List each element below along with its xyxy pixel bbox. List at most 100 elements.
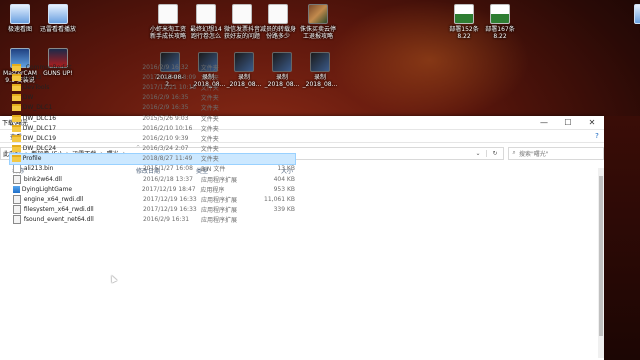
desktop-icon[interactable]: 录制 _2018_08... [302,52,338,88]
file-date: 2015/1/27 16:08 [142,165,193,173]
desktop-icon[interactable]: 微信发票抖音获好友的问题 [224,4,260,40]
file-type: BIN 文件 [201,166,226,174]
file-row[interactable]: filesystem_x64_rwdi.dll 2017/12/19 16:33 应… [10,205,295,215]
file-name: DW [22,94,34,102]
file-row[interactable]: fsound_event_net64.dll 2016/2/9 16:31 应用程序… [10,215,295,225]
file-name: bink2w64.dll [23,175,62,183]
file-name: DevTools [22,83,50,91]
file-type: 文件夹 [200,156,219,164]
app-icon [634,4,640,24]
file-icon [13,164,21,174]
folder-icon [12,124,21,132]
file-type: 应用程序扩展 [201,207,238,215]
desktop-icon-label: 部署152条 8.22 [449,26,479,40]
file-name: Profile [22,155,42,163]
vid-icon [310,52,330,72]
file-row[interactable]: DW_DLC24 2016/3/24 2:07 文件夹 [10,144,295,154]
file-date: 2017/12/29 18:09 [142,73,197,81]
maximize-button[interactable]: ☐ [556,116,580,129]
xls-icon [490,4,510,24]
img-icon [308,4,328,24]
file-type: 文件夹 [200,84,219,92]
file-row[interactable]: DyingLightGame 2017/12/19 18:47 应用程序 953 KB [10,184,295,194]
wallpaper-strip [604,116,640,360]
desktop-icon[interactable]: 极速看图 [2,4,38,33]
file-row[interactable]: engine_x64_rwdi.dll 2017/12/19 16:33 应用程序扩… [10,194,295,205]
search-input[interactable]: ⌕ 搜索"曙光" [508,146,604,160]
file-type: 文件夹 [200,105,219,113]
dll-icon [13,195,21,205]
file-name: DW_DLC24 [22,145,57,153]
file-date: 2017/12/19 16:33 [142,206,197,214]
file-type: 文件夹 [200,125,219,133]
app-icon [10,4,30,24]
scrollbar-thumb[interactable] [599,176,603,336]
folder-icon [12,104,21,112]
file-date: 2016/2/10 10:16 [142,124,193,132]
file-name: filesystem_x64_rwdi.dll [23,206,94,214]
file-row[interactable]: DW_DLC16 2015/5/26 9:03 文件夹 [10,113,295,123]
file-name: DW_DLC16 [22,114,57,122]
desktop-icon-label: 极速看图 [7,26,32,33]
desktop-icon-label: 迅雷看看播放 [40,26,77,33]
file-size: 404 KB [273,175,295,183]
file-row[interactable]: DW 2016/2/9 16:35 文件夹 [10,93,295,103]
desktop-icon[interactable]: 部署152条 8.22 [446,4,482,40]
desktop-icon[interactable]: 部署167条 8.22 [482,4,518,40]
file-row[interactable]: DW_DLC17 2016/2/10 10:16 文件夹 [10,123,295,133]
file-row[interactable]: ali213.bin 2015/1/27 16:08 BIN 文件 13 KB [10,164,295,174]
minimize-button[interactable]: — [532,116,556,129]
file-row[interactable]: DW_DLC1 2016/2/9 16:35 文件夹 [10,103,295,113]
search-placeholder: 搜索"曙光" [519,150,549,158]
file-date: 2018/8/27 11:49 [142,155,193,163]
help-icon[interactable]: ? [590,132,604,140]
file-type: 文件夹 [200,146,219,154]
desktop-icon-label: 最终幻想14跑行卷怎么 [190,26,222,40]
file-type: 文件夹 [200,115,219,123]
search-icon: ⌕ [512,149,516,156]
dll-icon [13,205,21,215]
desktop-icon[interactable]: 最终幻想14跑行卷怎么 [188,4,224,40]
desktop-icon[interactable]: 小虾米淘工资新手成长攻略 [150,4,186,40]
desktop-icon-label: 东 [626,26,640,33]
file-type: 文件夹 [200,74,219,82]
file-date: 2017/12/19 18:47 [141,185,196,193]
desktop-icon-label: 录制 _2018_08... [302,74,338,88]
file-name: ali213.bin [23,165,54,173]
file-name: fsound_event_net64.dll [23,216,94,224]
file-row[interactable]: DW_DLC19 2016/2/10 9:39 文件夹 [10,133,295,143]
file-row[interactable]: DevTools 2017/12/21 10:18 文件夹 [10,82,295,92]
desktop-icon[interactable]: 侏侏买卖云停工退报攻略 [300,4,336,40]
file-date: 2016/2/9 16:31 [142,216,190,224]
file-row[interactable]: bink2w64.dll 2016/2/18 13:37 应用程序扩展 404 KB [10,174,295,184]
file-row[interactable]: Profile 2018/8/27 11:49 文件夹 [9,152,296,165]
file-size: 13 KB [277,165,295,173]
file-date: 2016/2/9 16:35 [142,94,189,102]
file-date: 2016/3/24 2:07 [142,145,189,153]
file-row[interactable]: _CommonRedist 2016/2/9 16:32 文件夹 [10,62,295,72]
doc-icon [158,4,178,24]
chevron-down-icon[interactable]: ⌄ [470,150,486,157]
xls-icon [454,4,474,24]
file-type: 文件夹 [200,64,219,72]
close-button[interactable]: ✕ [580,116,604,129]
folder-icon [12,94,21,102]
file-name: ali213 [22,73,42,81]
desktop-icon-label: 侏侏买卖云停工退报攻略 [300,26,337,40]
doc-icon [268,4,288,24]
folder-icon [12,155,21,163]
file-row[interactable]: ali213 2017/12/29 18:09 文件夹 [10,72,295,82]
file-size: 339 KB [273,206,295,214]
file-name: DW_DLC1 [22,104,53,112]
doc-icon [196,4,216,24]
file-date: 2016/2/10 9:39 [142,134,189,142]
desktop-icon[interactable]: 迅雷看看播放 [40,4,76,33]
file-date: 2016/2/9 16:35 [142,104,189,112]
desktop-icon[interactable]: 东 [626,4,640,33]
file-name: DW_DLC19 [22,134,57,142]
app-icon [48,4,68,24]
file-type: 文件夹 [200,135,219,143]
refresh-icon[interactable]: ↻ [486,149,503,157]
file-list: _CommonRedist 2016/2/9 16:32 文件夹 ali213 2017… [9,62,296,225]
desktop-icon[interactable]: 减员的转载身份路多少 [260,4,296,40]
